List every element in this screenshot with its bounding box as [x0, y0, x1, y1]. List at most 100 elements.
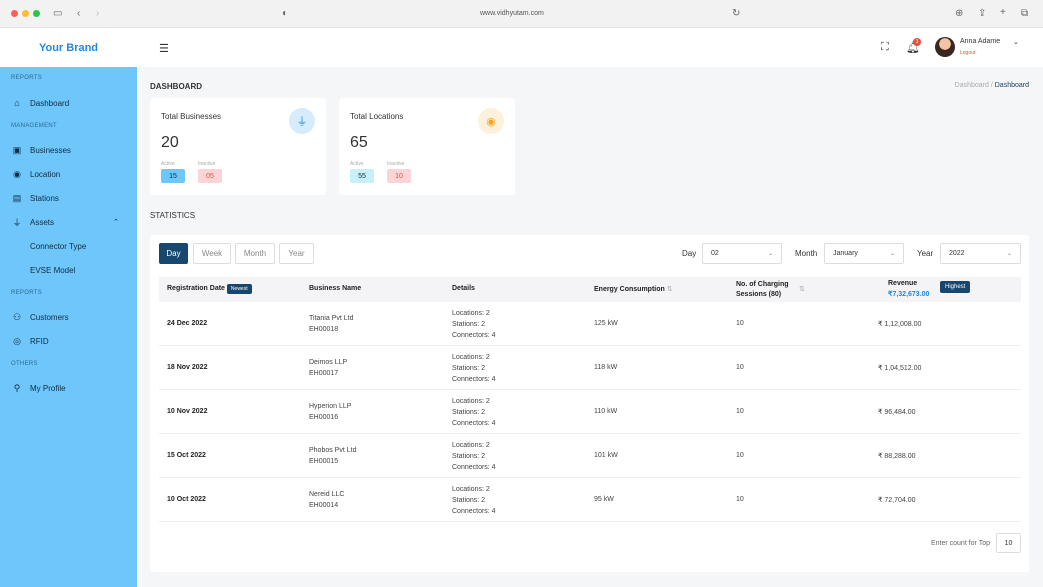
- column-label: Energy Consumption: [594, 286, 665, 293]
- tab-week[interactable]: Week: [193, 243, 231, 264]
- charging-sessions: 10: [736, 408, 744, 415]
- fullscreen-icon[interactable]: ⛶: [881, 41, 889, 54]
- total-businesses-card: Total Businesses ⏚ 20 Active Inactive 15…: [150, 98, 326, 195]
- table-row[interactable]: 24 Dec 2022 Titania Pvt Ltd EH00018 Locatio…: [159, 302, 1021, 346]
- connectors-count: Connectors: 4: [452, 332, 496, 339]
- sidebar-item-connector-type[interactable]: Connector Type: [30, 238, 150, 254]
- sidebar-item-stations[interactable]: ▤ Stations: [11, 190, 131, 206]
- column-energy-consumption[interactable]: Energy Consumption ⇅: [594, 285, 673, 293]
- table-row[interactable]: 10 Nov 2022 Hyperion LLP EH00016 Locations:…: [159, 390, 1021, 434]
- sidebar-item-location[interactable]: ◉ Location: [11, 166, 131, 182]
- user-icon: ⚲: [13, 382, 21, 393]
- brand-logo[interactable]: Your Brand: [39, 42, 98, 54]
- tab-year[interactable]: Year: [279, 243, 314, 264]
- business-id: EH00017: [309, 370, 339, 377]
- close-window-button[interactable]: [11, 10, 18, 17]
- registration-date: 24 Dec 2022: [167, 320, 208, 327]
- energy-consumption: 125 kW: [594, 320, 618, 327]
- sidebar-item-customers[interactable]: ⚇ Customers: [11, 309, 131, 325]
- day-select[interactable]: 02 ⌄: [702, 243, 782, 264]
- minimize-window-button[interactable]: [22, 10, 29, 17]
- chevron-down-icon: ⌄: [767, 251, 773, 257]
- column-label-sessions: Sessions (80): [736, 291, 782, 298]
- column-details[interactable]: Details: [452, 285, 475, 292]
- locations-count: Locations: 2: [452, 310, 490, 317]
- new-tab-icon[interactable]: +: [1000, 8, 1006, 18]
- connectors-count: Connectors: 4: [452, 464, 496, 471]
- sidebar-section-reports: REPORTS: [11, 75, 42, 81]
- active-count-badge: 15: [161, 169, 185, 183]
- sidebar-item-evse-model[interactable]: EVSE Model: [30, 262, 150, 278]
- back-icon[interactable]: ‹: [77, 9, 80, 19]
- sidebar-toggle-icon[interactable]: ▭: [53, 9, 62, 19]
- column-revenue[interactable]: Revenue: [888, 280, 917, 287]
- highest-badge[interactable]: Highest: [940, 281, 971, 293]
- hamburger-menu-icon[interactable]: ☰: [159, 42, 169, 55]
- revenue-total: ₹7,32,673.00: [888, 291, 930, 298]
- revenue: ₹ 96,484.00: [878, 409, 916, 416]
- business-id: EH00015: [309, 458, 339, 465]
- download-icon[interactable]: ⊕: [955, 9, 963, 19]
- share-icon[interactable]: ⇪: [978, 9, 986, 19]
- top-count-input[interactable]: 10: [996, 533, 1021, 553]
- sidebar-item-label: EVSE Model: [30, 265, 76, 275]
- chevron-down-icon[interactable]: ⌄: [1013, 38, 1019, 46]
- count-label: Enter count for Top: [930, 540, 990, 547]
- registration-date: 15 Oct 2022: [167, 452, 206, 459]
- table-row[interactable]: 18 Nov 2022 Deimos LLP EH00017 Locations: 2…: [159, 346, 1021, 390]
- stations-count: Stations: 2: [452, 409, 486, 416]
- sidebar-item-businesses[interactable]: ▣ Businesses: [11, 142, 131, 158]
- sidebar-item-assets[interactable]: ⏚ Assets ⌃: [11, 214, 131, 230]
- tabs-overview-icon[interactable]: ⧉: [1021, 9, 1028, 19]
- users-icon: ⚇: [12, 311, 22, 322]
- user-name[interactable]: Anna Adame: [960, 38, 1000, 45]
- breadcrumb-current: Dashboard: [994, 82, 1029, 89]
- breadcrumb-root[interactable]: Dashboard: [955, 82, 989, 89]
- registration-date: 10 Oct 2022: [167, 496, 206, 503]
- sidebar-item-dashboard[interactable]: ⌂ Dashboard: [11, 95, 131, 111]
- column-registration-date[interactable]: Registration Date Newest: [167, 284, 252, 294]
- business-name[interactable]: Titania Pvt Ltd: [309, 315, 354, 322]
- address-bar[interactable]: www.vidhyutam.com: [480, 10, 544, 17]
- column-charging-sessions[interactable]: No. of Charging Sessions (80): [736, 280, 789, 300]
- avatar[interactable]: [935, 37, 955, 57]
- table-row[interactable]: 10 Oct 2022 Nereid LLC EH00014 Locations: 2…: [159, 478, 1021, 522]
- business-name[interactable]: Phobos Pvt Ltd: [309, 447, 356, 454]
- reload-icon[interactable]: ↻: [732, 9, 740, 19]
- inactive-count-badge: 10: [387, 169, 411, 183]
- sidebar-item-label: RFID: [30, 336, 49, 346]
- sidebar-item-rfid[interactable]: ◎ RFID: [11, 333, 131, 349]
- year-select[interactable]: 2022 ⌄: [940, 243, 1021, 264]
- sidebar-item-label: Stations: [30, 193, 59, 203]
- notification-count-badge: 3: [913, 38, 921, 46]
- total-locations-card: Total Locations ◉ 65 Active Inactive 55 …: [339, 98, 515, 195]
- newest-badge[interactable]: Newest: [226, 284, 252, 294]
- sort-icon[interactable]: ⇅: [667, 286, 673, 293]
- details-cell: Locations: 2 Stations: 2 Connectors: 4: [452, 484, 496, 517]
- tab-month[interactable]: Month: [235, 243, 275, 264]
- sidebar-item-label: My Profile: [30, 383, 66, 393]
- business-name[interactable]: Nereid LLC: [309, 491, 344, 498]
- forward-icon[interactable]: ›: [96, 9, 99, 19]
- business-name[interactable]: Deimos LLP: [309, 359, 347, 366]
- business-name[interactable]: Hyperion LLP: [309, 403, 351, 410]
- business-cell: Deimos LLP EH00017: [309, 357, 347, 379]
- sort-icon[interactable]: ⇅: [799, 285, 805, 293]
- month-select[interactable]: January ⌄: [824, 243, 904, 264]
- table-row[interactable]: 15 Oct 2022 Phobos Pvt Ltd EH00015 Location…: [159, 434, 1021, 478]
- breadcrumb: Dashboard / Dashboard: [955, 82, 1029, 89]
- privacy-shield-icon[interactable]: ◐: [282, 9, 288, 19]
- sidebar-item-my-profile[interactable]: ⚲ My Profile: [11, 380, 131, 396]
- sidebar-section-reports-2: REPORTS: [11, 290, 42, 296]
- logout-link[interactable]: Logout: [960, 50, 975, 56]
- stations-count: Stations: 2: [452, 321, 486, 328]
- tab-day[interactable]: Day: [159, 243, 188, 264]
- rfid-icon: ◎: [13, 335, 21, 346]
- highest-badge-wrap[interactable]: Highest: [940, 281, 971, 293]
- maximize-window-button[interactable]: [33, 10, 40, 17]
- connectors-count: Connectors: 4: [452, 420, 496, 427]
- location-pin-icon: ◉: [478, 108, 504, 134]
- business-cell: Nereid LLC EH00014: [309, 489, 344, 511]
- business-cell: Phobos Pvt Ltd EH00015: [309, 445, 356, 467]
- column-business-name[interactable]: Business Name: [309, 285, 361, 292]
